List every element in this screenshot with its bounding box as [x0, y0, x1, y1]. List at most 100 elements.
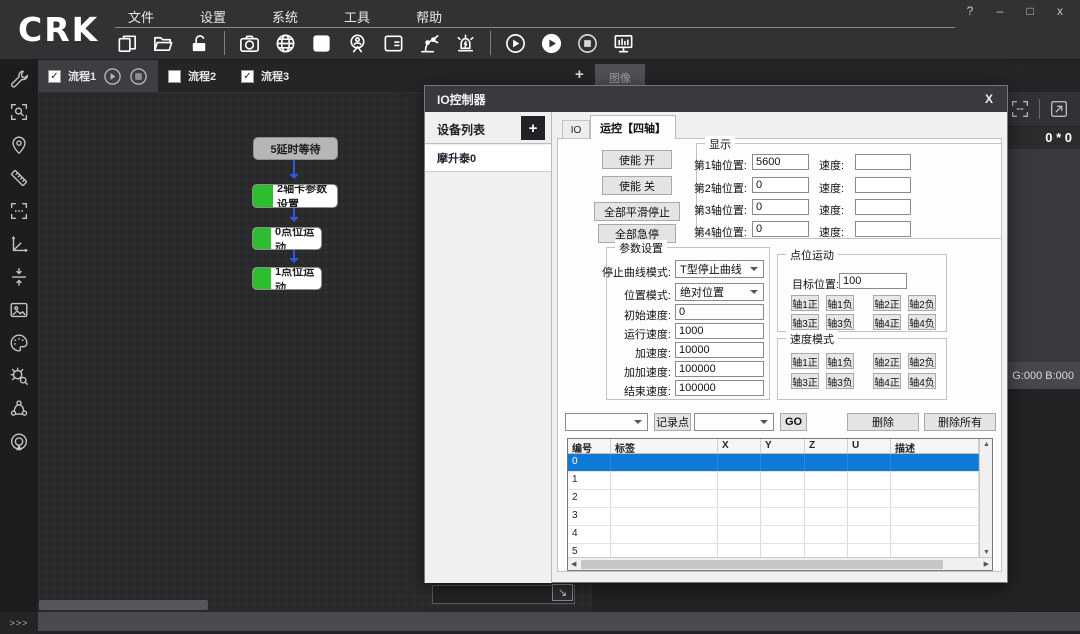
- sp-axis4-minus-button[interactable]: 轴4负: [908, 373, 936, 389]
- expand-view-icon[interactable]: [1048, 98, 1070, 120]
- add-view-tab-button[interactable]: +: [575, 66, 584, 83]
- col-header-id[interactable]: 编号: [568, 439, 611, 455]
- axis1-speed-field[interactable]: [855, 154, 911, 170]
- init-speed-field[interactable]: [675, 304, 764, 320]
- scan-code-icon[interactable]: [8, 200, 30, 222]
- enable-off-button[interactable]: 使能 关: [602, 176, 672, 195]
- col-header-z[interactable]: Z: [805, 439, 848, 455]
- table-row[interactable]: 5: [568, 544, 979, 558]
- sp-axis4-plus-button[interactable]: 轴4正: [873, 373, 901, 389]
- network-icon[interactable]: [8, 398, 30, 420]
- location-pin-icon[interactable]: [8, 134, 30, 156]
- stop-curve-select[interactable]: T型停止曲线: [675, 260, 764, 278]
- tab-motion-four-axis[interactable]: 运控【四轴】: [590, 115, 676, 139]
- help-box-icon[interactable]: ?: [310, 32, 333, 55]
- webcam-user-icon[interactable]: [346, 32, 369, 55]
- wrench-icon[interactable]: [8, 68, 30, 90]
- pt-axis1-minus-button[interactable]: 轴1负: [826, 295, 854, 311]
- pt-axis2-minus-button[interactable]: 轴2负: [908, 295, 936, 311]
- pt-axis3-minus-button[interactable]: 轴3负: [826, 314, 854, 330]
- menu-file[interactable]: 文件: [118, 4, 164, 29]
- ruler-icon[interactable]: [8, 167, 30, 189]
- axis4-pos-field[interactable]: [752, 221, 809, 237]
- pt-axis3-plus-button[interactable]: 轴3正: [791, 314, 819, 330]
- record-point-button[interactable]: 记录点: [654, 413, 691, 431]
- flow2-checkbox[interactable]: [168, 69, 181, 83]
- axis2-speed-field[interactable]: [855, 177, 911, 193]
- flow-node-point-move-0[interactable]: 0点位运动: [252, 227, 322, 250]
- smooth-stop-all-button[interactable]: 全部平滑停止: [594, 202, 680, 221]
- enable-on-button[interactable]: 使能 开: [602, 150, 672, 169]
- sp-axis2-plus-button[interactable]: 轴2正: [873, 353, 901, 369]
- delete-all-button[interactable]: 删除所有: [924, 413, 996, 431]
- window-maximize-button[interactable]: □: [1020, 4, 1040, 18]
- table-row[interactable]: 0: [568, 454, 979, 472]
- search-frame-icon[interactable]: [8, 101, 30, 123]
- go-button[interactable]: GO: [780, 413, 807, 431]
- col-header-desc[interactable]: 描述: [891, 439, 979, 455]
- flow3-checkbox[interactable]: ✓: [241, 69, 254, 83]
- axis4-speed-field[interactable]: [855, 221, 911, 237]
- table-horizontal-scrollbar[interactable]: ◀ ▶: [568, 557, 992, 570]
- jerk-field[interactable]: [675, 361, 764, 377]
- dialog-close-button[interactable]: X: [985, 92, 993, 106]
- window-help-button[interactable]: ?: [960, 4, 980, 18]
- axis3-pos-field[interactable]: [752, 199, 809, 215]
- expand-statusbar-button[interactable]: >>>: [0, 612, 38, 634]
- window-minimize-button[interactable]: –: [990, 4, 1010, 18]
- palette-icon[interactable]: [8, 332, 30, 354]
- pt-axis1-plus-button[interactable]: 轴1正: [791, 295, 819, 311]
- menu-system[interactable]: 系统: [262, 4, 308, 29]
- resize-handle-button[interactable]: ↘: [552, 584, 573, 601]
- image-icon[interactable]: [8, 299, 30, 321]
- col-header-tag[interactable]: 标签: [611, 439, 718, 455]
- accel-field[interactable]: [675, 342, 764, 358]
- pt-axis4-plus-button[interactable]: 轴4正: [873, 314, 901, 330]
- sp-axis3-minus-button[interactable]: 轴3负: [826, 373, 854, 389]
- delete-button[interactable]: 删除: [847, 413, 919, 431]
- flow1-stop-button[interactable]: [129, 67, 148, 86]
- copy-docs-icon[interactable]: [116, 32, 139, 55]
- goto-point-select[interactable]: [694, 413, 774, 431]
- menu-settings[interactable]: 设置: [190, 4, 236, 29]
- add-device-button[interactable]: +: [521, 116, 545, 140]
- axis-icon[interactable]: [8, 233, 30, 255]
- flow1-checkbox[interactable]: ✓: [48, 69, 61, 83]
- col-header-y[interactable]: Y: [761, 439, 805, 455]
- align-center-icon[interactable]: [8, 266, 30, 288]
- run-speed-field[interactable]: [675, 323, 764, 339]
- globe-icon[interactable]: [274, 32, 297, 55]
- pt-axis2-plus-button[interactable]: 轴2正: [873, 295, 901, 311]
- flow-node-axis-params[interactable]: 2轴卡参数设置: [252, 184, 338, 208]
- alarm-beacon-icon[interactable]: [454, 32, 477, 55]
- radar-icon[interactable]: [8, 431, 30, 453]
- table-vertical-scrollbar[interactable]: ▲ ▼: [979, 439, 992, 558]
- dialog-title-bar[interactable]: IO控制器 X: [425, 86, 1007, 112]
- device-list-item[interactable]: 摩升泰0: [425, 145, 551, 172]
- scrollbar-thumb[interactable]: [581, 560, 943, 569]
- sp-axis3-plus-button[interactable]: 轴3正: [791, 373, 819, 389]
- sp-axis1-plus-button[interactable]: 轴1正: [791, 353, 819, 369]
- flow-node-point-move-1[interactable]: 1点位运动: [252, 267, 322, 290]
- flow-node-delay[interactable]: 5延时等待: [253, 137, 338, 160]
- scroll-left-icon[interactable]: ◀: [571, 560, 576, 568]
- window-close-button[interactable]: x: [1050, 4, 1070, 18]
- monitor-chart-icon[interactable]: [612, 32, 635, 55]
- axis2-pos-field[interactable]: [752, 177, 809, 193]
- table-row[interactable]: 2: [568, 490, 979, 508]
- canvas-horizontal-scrollbar[interactable]: [39, 600, 208, 610]
- sp-axis2-minus-button[interactable]: 轴2负: [908, 353, 936, 369]
- robot-arm-icon[interactable]: [418, 32, 441, 55]
- table-row[interactable]: 1: [568, 472, 979, 490]
- scroll-up-icon[interactable]: ▲: [980, 441, 993, 448]
- run-single-icon[interactable]: [504, 32, 527, 55]
- open-folder-icon[interactable]: [152, 32, 175, 55]
- col-header-x[interactable]: X: [718, 439, 761, 455]
- unlock-icon[interactable]: [188, 32, 211, 55]
- axis1-pos-field[interactable]: [752, 154, 809, 170]
- flow-tab-3[interactable]: ✓ 流程3: [231, 60, 299, 92]
- text-recognition-icon[interactable]: A: [382, 32, 405, 55]
- col-header-u[interactable]: U: [848, 439, 891, 455]
- flow-tab-2[interactable]: 流程2: [158, 60, 226, 92]
- scroll-right-icon[interactable]: ▶: [984, 560, 989, 568]
